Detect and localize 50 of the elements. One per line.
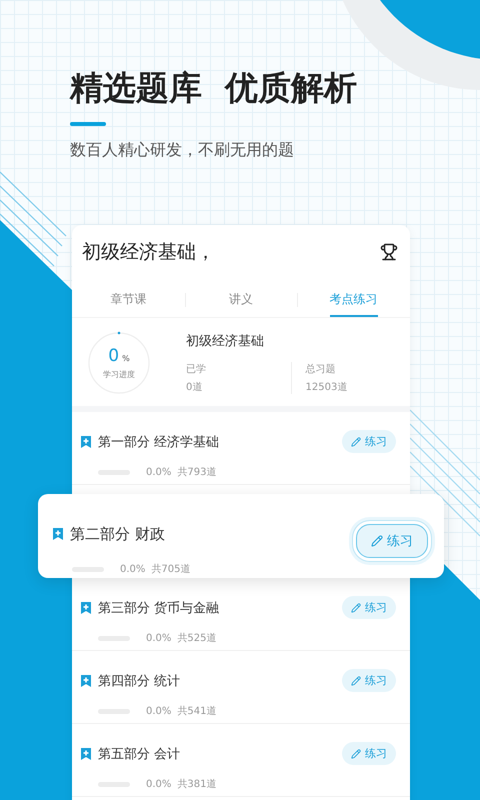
bookmark-plus-icon (80, 600, 92, 614)
subtitle: 数百人精心研发，不刷无用的题 (70, 140, 295, 161)
pencil-icon (351, 748, 361, 758)
section-row[interactable]: 第五部分 会计 练习 0.0% 共381道 (72, 724, 410, 797)
pencil-icon (371, 535, 383, 547)
section-percent: 0.0% (146, 778, 172, 790)
bookmark-plus-icon (80, 674, 92, 688)
highlighted-section-card[interactable]: 第二部分 财政 练习 0.0% 共705道 (38, 494, 444, 578)
practice-button[interactable]: 练习 (342, 742, 396, 765)
tab[interactable]: 章节课 (110, 291, 146, 317)
section-count: 共793道 (177, 466, 216, 479)
practice-button[interactable]: 练习 (342, 430, 396, 453)
bookmark-plus-icon (52, 527, 64, 541)
course-name: 初级经济基础 (186, 333, 265, 350)
section-count: 共705道 (151, 562, 190, 576)
stat-value: 0道 (186, 381, 204, 394)
stat-value: 12503道 (306, 381, 348, 394)
trophy-icon[interactable] (380, 243, 398, 261)
tab[interactable]: 讲义 (229, 291, 253, 317)
section-title: 第二部分 财政 (70, 524, 165, 544)
section-title: 第五部分 会计 (98, 746, 180, 762)
section-title: 第四部分 统计 (98, 672, 180, 690)
section-count: 共541道 (177, 704, 216, 718)
bookmark-plus-icon (80, 746, 92, 760)
section-row[interactable]: 第一部分 经济学基础 练习 0.0% 共793道 (72, 412, 410, 485)
practice-button[interactable]: 练习 (342, 669, 396, 692)
bookmark-plus-icon (80, 434, 92, 448)
progress-label: 学习进度 (103, 369, 135, 380)
accent-rule (70, 122, 106, 126)
section-percent: 0.0% (146, 466, 172, 478)
section-title: 第三部分 货币与金融 (98, 600, 220, 616)
section-percent: 0.0% (146, 632, 172, 644)
course-title: 初级经济基础， (82, 240, 215, 265)
progress-value: 0 (108, 346, 120, 366)
stat-label: 已学 (186, 363, 207, 376)
section-title: 第一部分 经济学基础 (98, 434, 220, 450)
pencil-icon (351, 436, 361, 446)
tab[interactable]: 考点练习 (330, 291, 378, 317)
stat-label: 总习题 (306, 362, 336, 376)
percent-sign: % (122, 354, 130, 363)
section-count: 共381道 (177, 778, 216, 791)
section-row[interactable]: 第三部分 货币与金融 练习 0.0% 共525道 (72, 578, 410, 651)
section-percent: 0.0% (146, 706, 172, 716)
pencil-icon (351, 602, 361, 612)
section-row[interactable]: 第四部分 统计 练习 0.0% 共541道 (72, 651, 410, 724)
section-count: 共525道 (177, 632, 216, 645)
pencil-icon (351, 676, 361, 686)
headline: 精选题库 优质解析 (70, 67, 358, 109)
practice-button[interactable]: 练习 (342, 596, 396, 619)
section-percent: 0.0% (120, 564, 146, 574)
